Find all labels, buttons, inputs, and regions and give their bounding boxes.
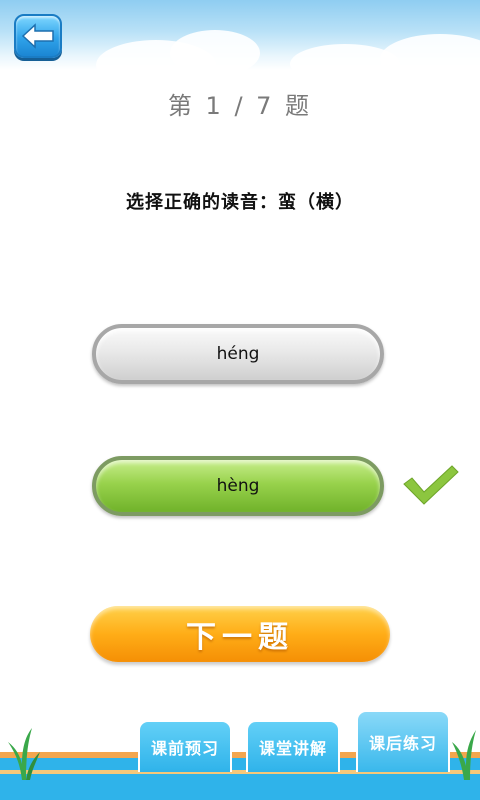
back-button[interactable] — [14, 14, 62, 58]
tab-preview[interactable]: 课前预习 — [138, 720, 232, 772]
tab-practice-label: 课后练习 — [368, 734, 437, 753]
question-text: 选择正确的读音：蛮（横） — [126, 192, 354, 213]
check-mark-icon — [403, 465, 459, 505]
tab-practice[interactable]: 课后练习 — [356, 710, 450, 772]
back-arrow-icon — [21, 23, 54, 49]
tab-lecture[interactable]: 课堂讲解 — [246, 720, 340, 772]
answer-option-label: hèng — [216, 476, 260, 496]
tab-preview-label: 课前预习 — [150, 739, 219, 758]
plant-left-icon — [8, 728, 40, 780]
plant-right-icon — [452, 730, 476, 780]
tab-lecture-label: 课堂讲解 — [258, 739, 327, 758]
question-counter: 第 1 / 7 题 — [167, 92, 313, 120]
sky-header — [0, 0, 480, 70]
answer-option-label: héng — [216, 344, 260, 364]
next-question-button[interactable]: 下一题 — [90, 606, 390, 662]
answer-option-1[interactable]: héng — [92, 324, 384, 384]
answer-option-2[interactable]: hèng — [92, 456, 384, 516]
